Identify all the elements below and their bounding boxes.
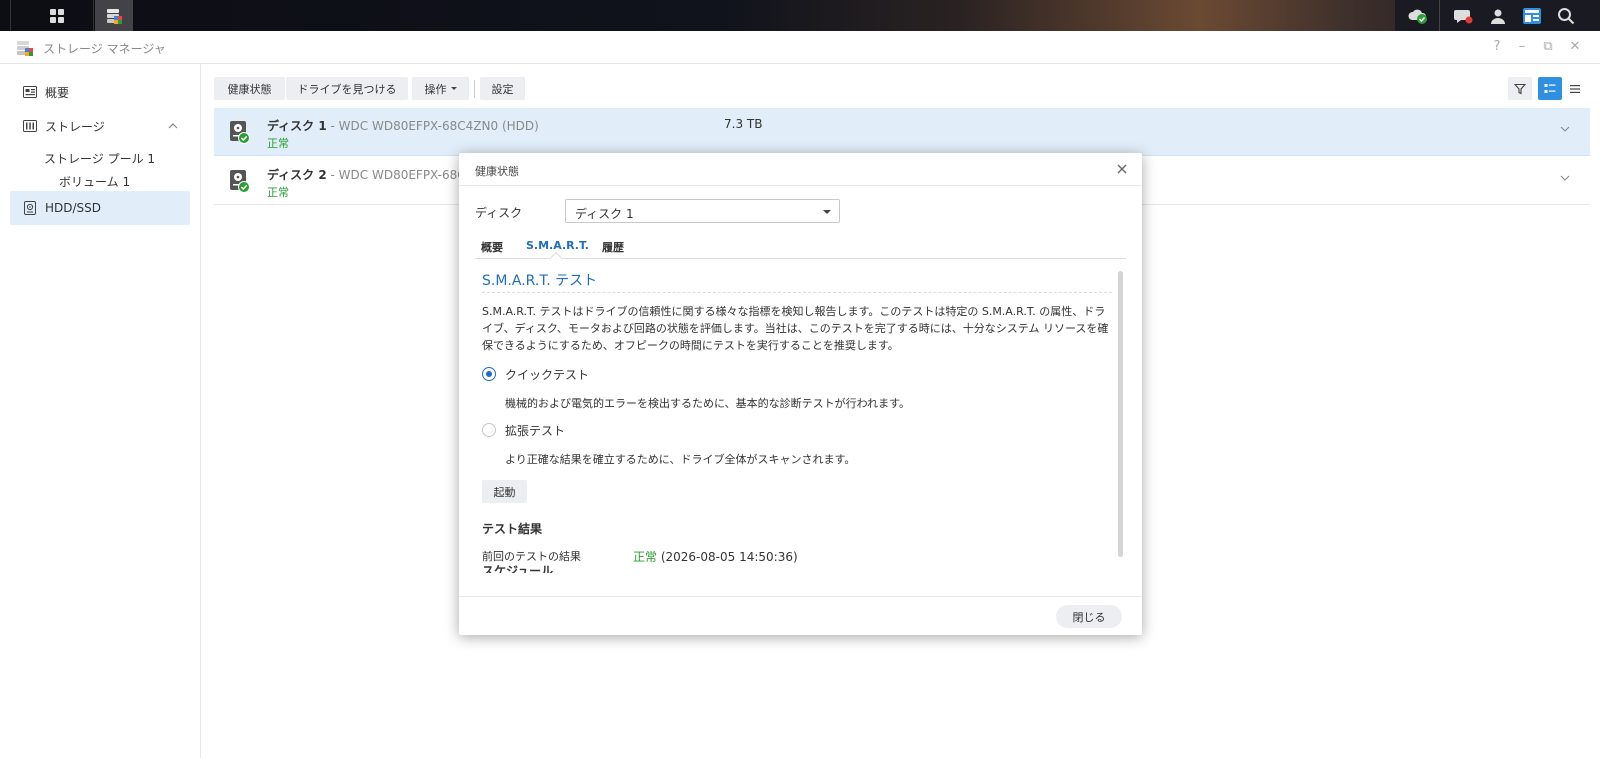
detail-list-icon	[1544, 83, 1556, 93]
action-dropdown-button[interactable]: 操作	[412, 77, 469, 100]
quick-test-radio[interactable]	[482, 367, 496, 381]
sidebar-item-hdd-ssd[interactable]: HDD/SSD	[10, 191, 190, 225]
user-icon	[1491, 9, 1505, 24]
window-titlebar: ストレージ マネージャ ? – ⧉ ✕	[0, 31, 1600, 64]
disk-name: ディスク 1	[267, 119, 327, 133]
close-button[interactable]: 閉じる	[1056, 605, 1122, 628]
action-label: 操作	[424, 82, 447, 96]
last-result-time: (2026-08-05 14:50:36)	[657, 550, 798, 564]
close-window-button[interactable]: ✕	[1567, 39, 1583, 55]
sidebar-item-storage[interactable]: ストレージ	[10, 109, 190, 143]
sidebar-item-storage-pool[interactable]: ストレージ プール 1	[44, 150, 155, 167]
help-button[interactable]: ?	[1489, 39, 1505, 55]
list-view-button[interactable]	[1563, 77, 1587, 100]
storage-manager-taskbar-button[interactable]	[95, 0, 133, 31]
notifications-button[interactable]	[1445, 0, 1483, 31]
disk-model: - WDC WD80EFPX-68C4ZN0 (HDD)	[326, 119, 539, 133]
tab-history[interactable]: 履歴	[602, 239, 624, 255]
tab-overview[interactable]: 概要	[481, 239, 503, 255]
main-menu-button[interactable]	[38, 0, 76, 31]
settings-button[interactable]: 設定	[480, 77, 525, 100]
restore-button[interactable]: ⧉	[1540, 39, 1556, 55]
sidebar-item-label: 概要	[45, 85, 70, 100]
disk-select-value: ディスク 1	[575, 207, 634, 221]
smart-description: S.M.A.R.T. テストはドライブの信頼性に関する様々な指標を検知し報告しま…	[482, 305, 1109, 352]
test-results-heading: テスト結果	[482, 522, 543, 536]
disk-row[interactable]: ディスク 1 - WDC WD80EFPX-68C4ZN0 (HDD) 正常 7…	[214, 108, 1590, 156]
extended-test-radio[interactable]	[482, 423, 496, 437]
overview-icon	[23, 86, 37, 98]
disk-model: - WDC WD80EFPX-68C4	[326, 168, 474, 182]
sidebar-item-label: ストレージ	[45, 119, 105, 134]
user-button[interactable]	[1479, 0, 1517, 31]
chevron-down-icon[interactable]	[1560, 124, 1570, 134]
taskbar-divider	[93, 0, 94, 31]
tab-smart[interactable]: S.M.A.R.T.	[526, 239, 589, 252]
tab-bar: 概要 S.M.A.R.T. 履歴	[475, 235, 1126, 267]
chevron-up-icon[interactable]	[168, 122, 178, 130]
last-result-status: 正常	[633, 550, 658, 564]
hdd-status-icon	[230, 170, 249, 193]
disk-status: 正常	[267, 137, 289, 150]
list-icon	[1570, 84, 1580, 93]
filter-icon	[1514, 83, 1526, 94]
close-icon[interactable]	[1114, 161, 1130, 177]
sidebar-item-overview[interactable]: 概要	[10, 75, 190, 109]
grid-icon	[50, 8, 64, 23]
cloud-check-icon	[1408, 9, 1427, 24]
hdd-icon	[24, 201, 36, 215]
sidebar-item-volume[interactable]: ボリューム 1	[59, 173, 130, 190]
chevron-down-icon[interactable]	[1560, 173, 1570, 183]
dialog-divider	[459, 185, 1142, 186]
widgets-icon	[1523, 7, 1541, 24]
tray-divider	[1439, 0, 1440, 31]
section-divider	[482, 292, 1112, 293]
taskbar-tray	[1395, 0, 1600, 31]
health-button[interactable]: 健康状態	[214, 77, 285, 100]
extended-test-label[interactable]: 拡張テスト	[505, 422, 565, 439]
disk-status: 正常	[267, 186, 289, 199]
quick-test-description: 機械的および電気的エラーを検出するために、基本的な診断テストが行われます。	[505, 397, 911, 410]
chat-bubble-icon	[1454, 9, 1473, 23]
caret-down-icon	[450, 87, 457, 90]
dialog-footer-divider	[459, 596, 1142, 597]
taskbar	[0, 0, 1600, 31]
storage-manager-icon	[107, 8, 122, 24]
caret-down-icon	[823, 210, 831, 214]
health-dialog: 健康状態 ディスク ディスク 1 概要 S.M.A.R.T. 履歴 S.M.A.…	[459, 153, 1142, 635]
disk-select[interactable]: ディスク 1	[565, 199, 840, 223]
detail-view-button[interactable]	[1538, 77, 1562, 100]
sidebar: 概要 ストレージ ストレージ プール 1 ボリューム 1 HDD/SSD	[0, 64, 201, 758]
minimize-button[interactable]: –	[1514, 39, 1530, 55]
taskbar-divider	[10, 0, 11, 31]
disk-label: ディスク	[475, 206, 523, 220]
disk-size: 7.3 TB	[724, 117, 763, 131]
toolbar-divider	[474, 80, 475, 98]
extended-test-description: より正確な結果を確立するために、ドライブ全体がスキャンされます。	[505, 453, 856, 466]
quick-test-label[interactable]: クイックテスト	[505, 366, 589, 383]
sidebar-item-label: HDD/SSD	[45, 201, 102, 215]
cloud-sync-button[interactable]	[1399, 0, 1437, 31]
schedule-heading: スケジュール	[482, 564, 554, 573]
storage-icon	[23, 120, 37, 132]
search-button[interactable]	[1547, 0, 1585, 31]
scrollbar[interactable]	[1118, 271, 1123, 557]
filter-button[interactable]	[1508, 77, 1532, 100]
tab-pointer	[548, 251, 564, 267]
section-title: S.M.A.R.T. テスト	[482, 273, 598, 289]
search-icon	[1558, 7, 1575, 24]
widgets-button[interactable]	[1513, 0, 1551, 31]
smart-content: S.M.A.R.T. テスト S.M.A.R.T. テストはドライブの信頼性に関…	[475, 265, 1126, 573]
start-button[interactable]: 起動	[482, 480, 527, 503]
locate-drive-button[interactable]: ドライブを見つける	[286, 77, 408, 100]
disk-name: ディスク 2	[267, 168, 327, 182]
dialog-title: 健康状態	[475, 165, 519, 178]
hdd-status-icon	[230, 121, 249, 144]
storage-manager-icon	[17, 41, 33, 56]
window-title: ストレージ マネージャ	[43, 42, 166, 56]
